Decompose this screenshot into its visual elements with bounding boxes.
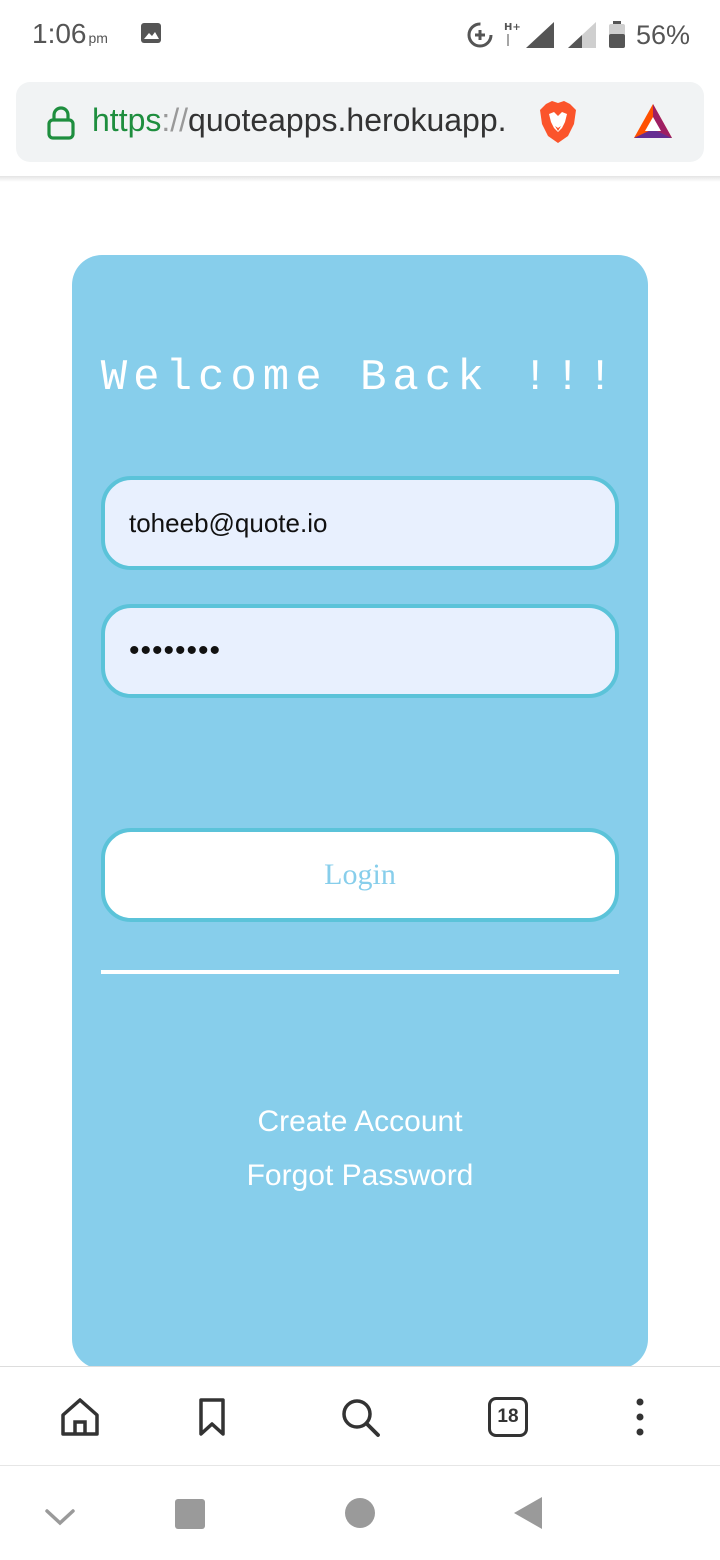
system-navigation-bar [0,1465,720,1560]
create-account-link[interactable]: Create Account [72,1105,648,1139]
brave-lion-icon[interactable] [538,100,578,144]
password-field[interactable]: •••••••• [101,604,619,698]
battery-percentage: 56% [635,19,690,50]
tabs-count-button[interactable]: 18 [488,1397,528,1437]
gallery-notification-icon [141,23,161,43]
status-time: 1:06 pm [32,18,108,50]
status-time-value: 1:06 [32,18,87,49]
login-card: Welcome Back !!! toheeb@quote.io •••••••… [72,255,648,1369]
bat-triangle-icon[interactable] [632,102,674,142]
svg-text:H+: H+ [504,22,521,33]
battery-icon [608,21,625,48]
browser-bottom-toolbar: 18 [0,1366,720,1464]
bookmark-icon[interactable] [190,1395,234,1439]
url-separator: :// [161,102,189,138]
url-text[interactable]: https://quoteapps.herokuapp. [92,102,507,139]
status-time-ampm: pm [88,30,108,46]
forgot-password-link[interactable]: Forgot Password [72,1159,648,1193]
login-button[interactable]: Login [101,828,619,922]
url-scheme: https [92,102,162,138]
divider [101,970,619,974]
home-icon[interactable] [58,1395,102,1439]
status-icons: H+ 56% [466,18,690,52]
recent-apps-icon[interactable] [174,1498,206,1530]
welcome-title: Welcome Back !!! [100,353,620,403]
home-nav-icon[interactable] [344,1497,376,1529]
url-host: quoteapps.herokuapp. [188,102,507,138]
search-icon[interactable] [338,1395,382,1439]
chevron-down-icon[interactable] [44,1506,76,1528]
more-options-icon[interactable] [618,1395,662,1439]
address-bar[interactable]: https://quoteapps.herokuapp. [16,82,704,162]
status-bar: 1:06 pm H+ 56% [0,0,720,70]
signal-strength-secondary-icon [567,22,596,48]
signal-strength-icon: H+ [504,22,554,48]
data-saver-icon [467,22,493,48]
toolbar-shadow [0,176,720,182]
back-icon[interactable] [512,1496,544,1530]
lock-icon[interactable] [46,106,76,140]
email-field[interactable]: toheeb@quote.io [101,476,619,570]
